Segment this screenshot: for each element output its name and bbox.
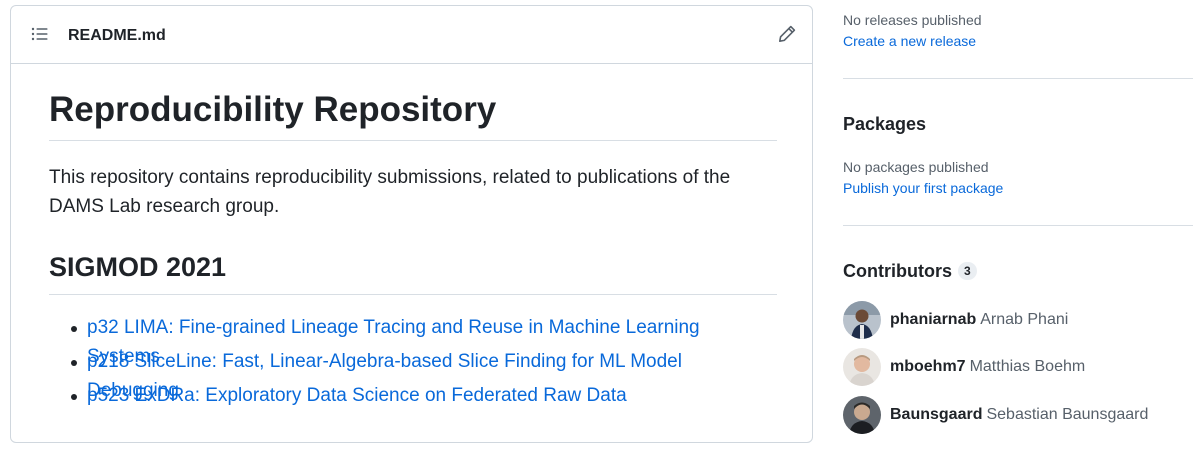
- create-release-link[interactable]: Create a new release: [843, 32, 982, 50]
- publication-link[interactable]: p523 ExDRa: Exploratory Data Science on …: [87, 385, 627, 406]
- contributor-item[interactable]: Baunsgaard Sebastian Baunsgaard: [843, 396, 1148, 434]
- list-item: p32 LIMA: Fine-grained Lineage Tracing a…: [49, 314, 777, 367]
- contributors-heading[interactable]: Contributors 3: [843, 260, 977, 282]
- readme-heading: Reproducibility Repository: [49, 88, 777, 141]
- avatar: [843, 301, 881, 339]
- divider: [843, 225, 1193, 226]
- releases-status: No releases published: [843, 12, 982, 28]
- list-item: p523 ExDRa: Exploratory Data Science on …: [49, 382, 777, 416]
- readme-content: Reproducibility Repository This reposito…: [49, 88, 777, 416]
- publication-list: p32 LIMA: Fine-grained Lineage Tracing a…: [49, 314, 777, 416]
- releases-section: No releases published Create a new relea…: [843, 11, 982, 50]
- list-unordered-icon[interactable]: [31, 26, 49, 42]
- sidebar: No releases published Create a new relea…: [843, 0, 1200, 457]
- contributor-login: phaniarnab: [890, 311, 977, 328]
- list-item: p218 SliceLine: Fast, Linear-Algebra-bas…: [49, 348, 777, 401]
- avatar: [843, 348, 881, 386]
- contributor-item[interactable]: mboehm7 Matthias Boehm: [843, 348, 1085, 386]
- contributor-item[interactable]: phaniarnab Arnab Phani: [843, 301, 1068, 339]
- readme-intro: This repository contains reproducibility…: [49, 167, 731, 217]
- avatar: [843, 396, 881, 434]
- contributors-title: Contributors: [843, 261, 952, 281]
- contributor-name: Matthias Boehm: [969, 358, 1086, 375]
- contributor-name: Sebastian Baunsgaard: [986, 406, 1149, 423]
- packages-title[interactable]: Packages: [843, 113, 926, 135]
- packages-section: No packages published Publish your first…: [843, 158, 1003, 197]
- pencil-icon[interactable]: [776, 23, 798, 45]
- contributor-login: Baunsgaard: [890, 406, 983, 423]
- readme-header: README.md: [11, 6, 812, 64]
- readme-filename: README.md: [68, 27, 166, 44]
- contributor-login: mboehm7: [890, 358, 966, 375]
- contributors-count-badge: 3: [957, 262, 977, 280]
- readme-panel: README.md Reproducibility Repository Thi…: [10, 5, 813, 443]
- packages-status: No packages published: [843, 159, 989, 175]
- section-heading: SIGMOD 2021: [49, 250, 777, 295]
- contributor-name: Arnab Phani: [980, 311, 1069, 328]
- publish-package-link[interactable]: Publish your first package: [843, 179, 1003, 197]
- divider: [843, 78, 1193, 79]
